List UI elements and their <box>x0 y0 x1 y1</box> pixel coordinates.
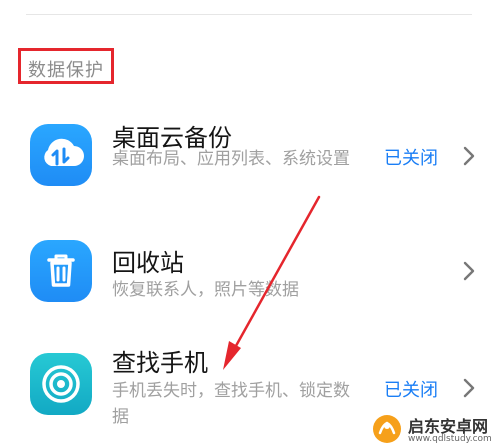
chevron-right-icon <box>463 378 475 398</box>
status-text: 已关闭 <box>384 380 438 401</box>
settings-item-desktop-cloud-backup[interactable]: 桌面云备份 桌面布局、应用列表、系统设置 已关闭 <box>0 118 500 210</box>
top-divider <box>26 14 472 15</box>
settings-item-recycle-bin[interactable]: 回收站 恢复联系人，照片等数据 <box>0 240 500 310</box>
settings-item-description: 恢复联系人，照片等数据 <box>112 280 299 300</box>
watermark-logo-icon <box>373 415 401 443</box>
chevron-right-icon <box>463 146 475 166</box>
settings-item-description: 手机丢失时，查找手机、锁定数据 <box>112 381 350 427</box>
settings-item-title: 查找手机 <box>112 349 208 377</box>
section-title-highlight-box <box>18 48 114 84</box>
trash-icon <box>30 240 92 302</box>
watermark-url: www.qdlstudy.com <box>408 434 492 444</box>
status-text: 已关闭 <box>384 148 438 169</box>
cloud-sync-icon <box>30 124 92 186</box>
find-phone-icon <box>30 353 92 415</box>
settings-item-title: 回收站 <box>112 249 184 277</box>
watermark: 启东安卓网 www.qdlstudy.com <box>372 412 496 446</box>
chevron-right-icon <box>463 261 475 281</box>
settings-item-description: 桌面布局、应用列表、系统设置 <box>112 149 350 169</box>
